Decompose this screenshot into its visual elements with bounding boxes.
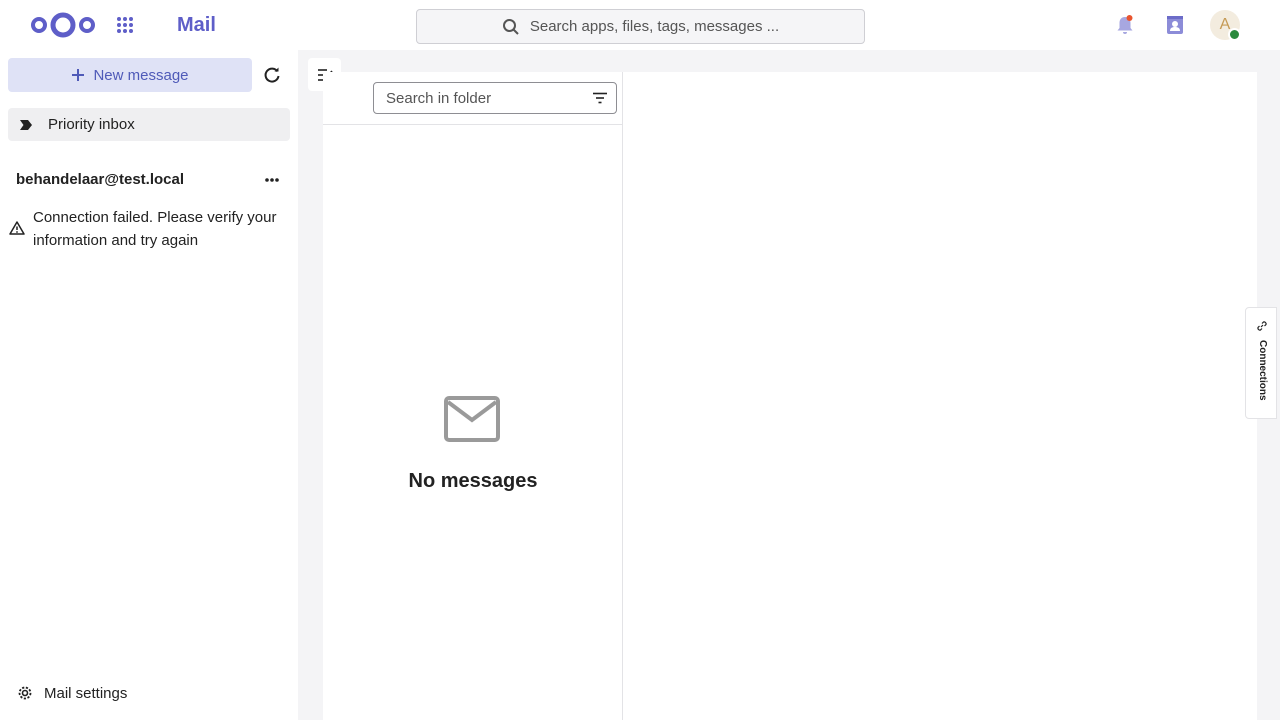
top-header: Mail Search apps, files, tags, messages … bbox=[0, 0, 1280, 50]
mail-envelope-icon bbox=[444, 396, 500, 442]
mail-settings-label: Mail settings bbox=[44, 684, 128, 702]
new-message-label: New message bbox=[93, 66, 189, 84]
new-message-button[interactable]: New message bbox=[8, 58, 252, 92]
more-options-icon[interactable] bbox=[262, 170, 282, 190]
message-content-panel bbox=[623, 72, 1257, 720]
nextcloud-logo[interactable] bbox=[30, 10, 96, 40]
list-divider bbox=[323, 124, 623, 125]
app-title[interactable]: Mail bbox=[177, 14, 216, 37]
search-icon bbox=[502, 18, 519, 35]
label-icon bbox=[20, 119, 32, 130]
contacts-icon[interactable] bbox=[1163, 13, 1187, 37]
connections-tab[interactable]: Connections bbox=[1245, 307, 1277, 419]
sidebar-item-priority-inbox[interactable]: Priority inbox bbox=[8, 108, 290, 141]
refresh-icon[interactable] bbox=[262, 65, 282, 85]
folder-search-input[interactable]: Search in folder bbox=[373, 82, 617, 114]
warning-icon bbox=[9, 221, 25, 235]
filter-icon[interactable] bbox=[592, 90, 608, 106]
empty-state-text: No messages bbox=[408, 470, 538, 492]
gear-icon bbox=[18, 686, 32, 700]
connections-label: Connections bbox=[1257, 340, 1268, 401]
connection-error-message: Connection failed. Please verify your in… bbox=[33, 209, 277, 249]
folder-search-placeholder: Search in folder bbox=[386, 89, 492, 107]
plus-icon bbox=[72, 69, 85, 81]
apps-grid-icon[interactable] bbox=[115, 15, 135, 35]
link-icon bbox=[1257, 321, 1267, 331]
message-list-panel: Search in folder No messages bbox=[323, 72, 623, 720]
global-search-input[interactable]: Search apps, files, tags, messages ... bbox=[416, 9, 865, 44]
mail-settings-button[interactable]: Mail settings bbox=[16, 684, 127, 702]
global-search-placeholder: Search apps, files, tags, messages ... bbox=[529, 18, 780, 35]
account-email[interactable]: behandelaar@test.local bbox=[16, 171, 184, 188]
priority-inbox-label: Priority inbox bbox=[48, 116, 135, 133]
online-status-badge bbox=[1228, 28, 1241, 41]
bell-icon[interactable] bbox=[1113, 13, 1137, 37]
app-sidebar: New message Priority inbox behandelaar@t… bbox=[0, 50, 298, 720]
